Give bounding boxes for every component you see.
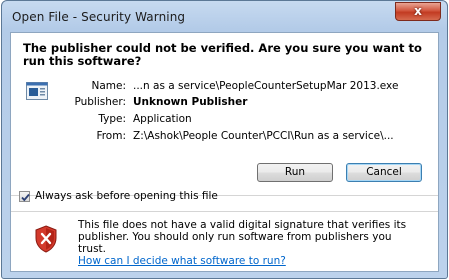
signature-warning-text: This file does not have a valid digital … <box>78 219 407 255</box>
close-button[interactable]: x <box>395 2 441 21</box>
type-label: Type: <box>98 113 126 125</box>
application-file-icon <box>26 82 48 100</box>
shield-warning-icon <box>35 225 57 253</box>
window-title: Open File - Security Warning <box>12 10 186 24</box>
signature-warning: This file does not have a valid digital … <box>78 219 418 267</box>
publisher-value: Unknown Publisher <box>133 96 248 108</box>
publisher-label: Publisher: <box>74 96 126 108</box>
always-ask-label[interactable]: Always ask before opening this file <box>35 190 218 202</box>
always-ask-checkbox[interactable] <box>19 191 30 202</box>
run-button[interactable]: Run <box>257 163 333 182</box>
divider <box>11 211 438 212</box>
title-bar[interactable]: Open File - Security Warning x <box>2 1 447 31</box>
close-icon: x <box>414 4 422 18</box>
name-value: ...n as a service\PeopleCounterSetupMar … <box>133 80 399 92</box>
from-value: Z:\Ashok\People Counter\PCCI\Run as a se… <box>133 130 394 142</box>
security-warning-dialog: Open File - Security Warning x The publi… <box>1 0 448 279</box>
checkmark-icon <box>21 193 30 202</box>
type-value: Application <box>133 113 192 125</box>
help-link[interactable]: How can I decide what software to run? <box>78 255 286 267</box>
from-label: From: <box>96 130 126 142</box>
cancel-button[interactable]: Cancel <box>346 163 422 182</box>
publisher-warning-heading: The publisher could not be verified. Are… <box>23 41 422 68</box>
name-label: Name: <box>91 80 126 92</box>
